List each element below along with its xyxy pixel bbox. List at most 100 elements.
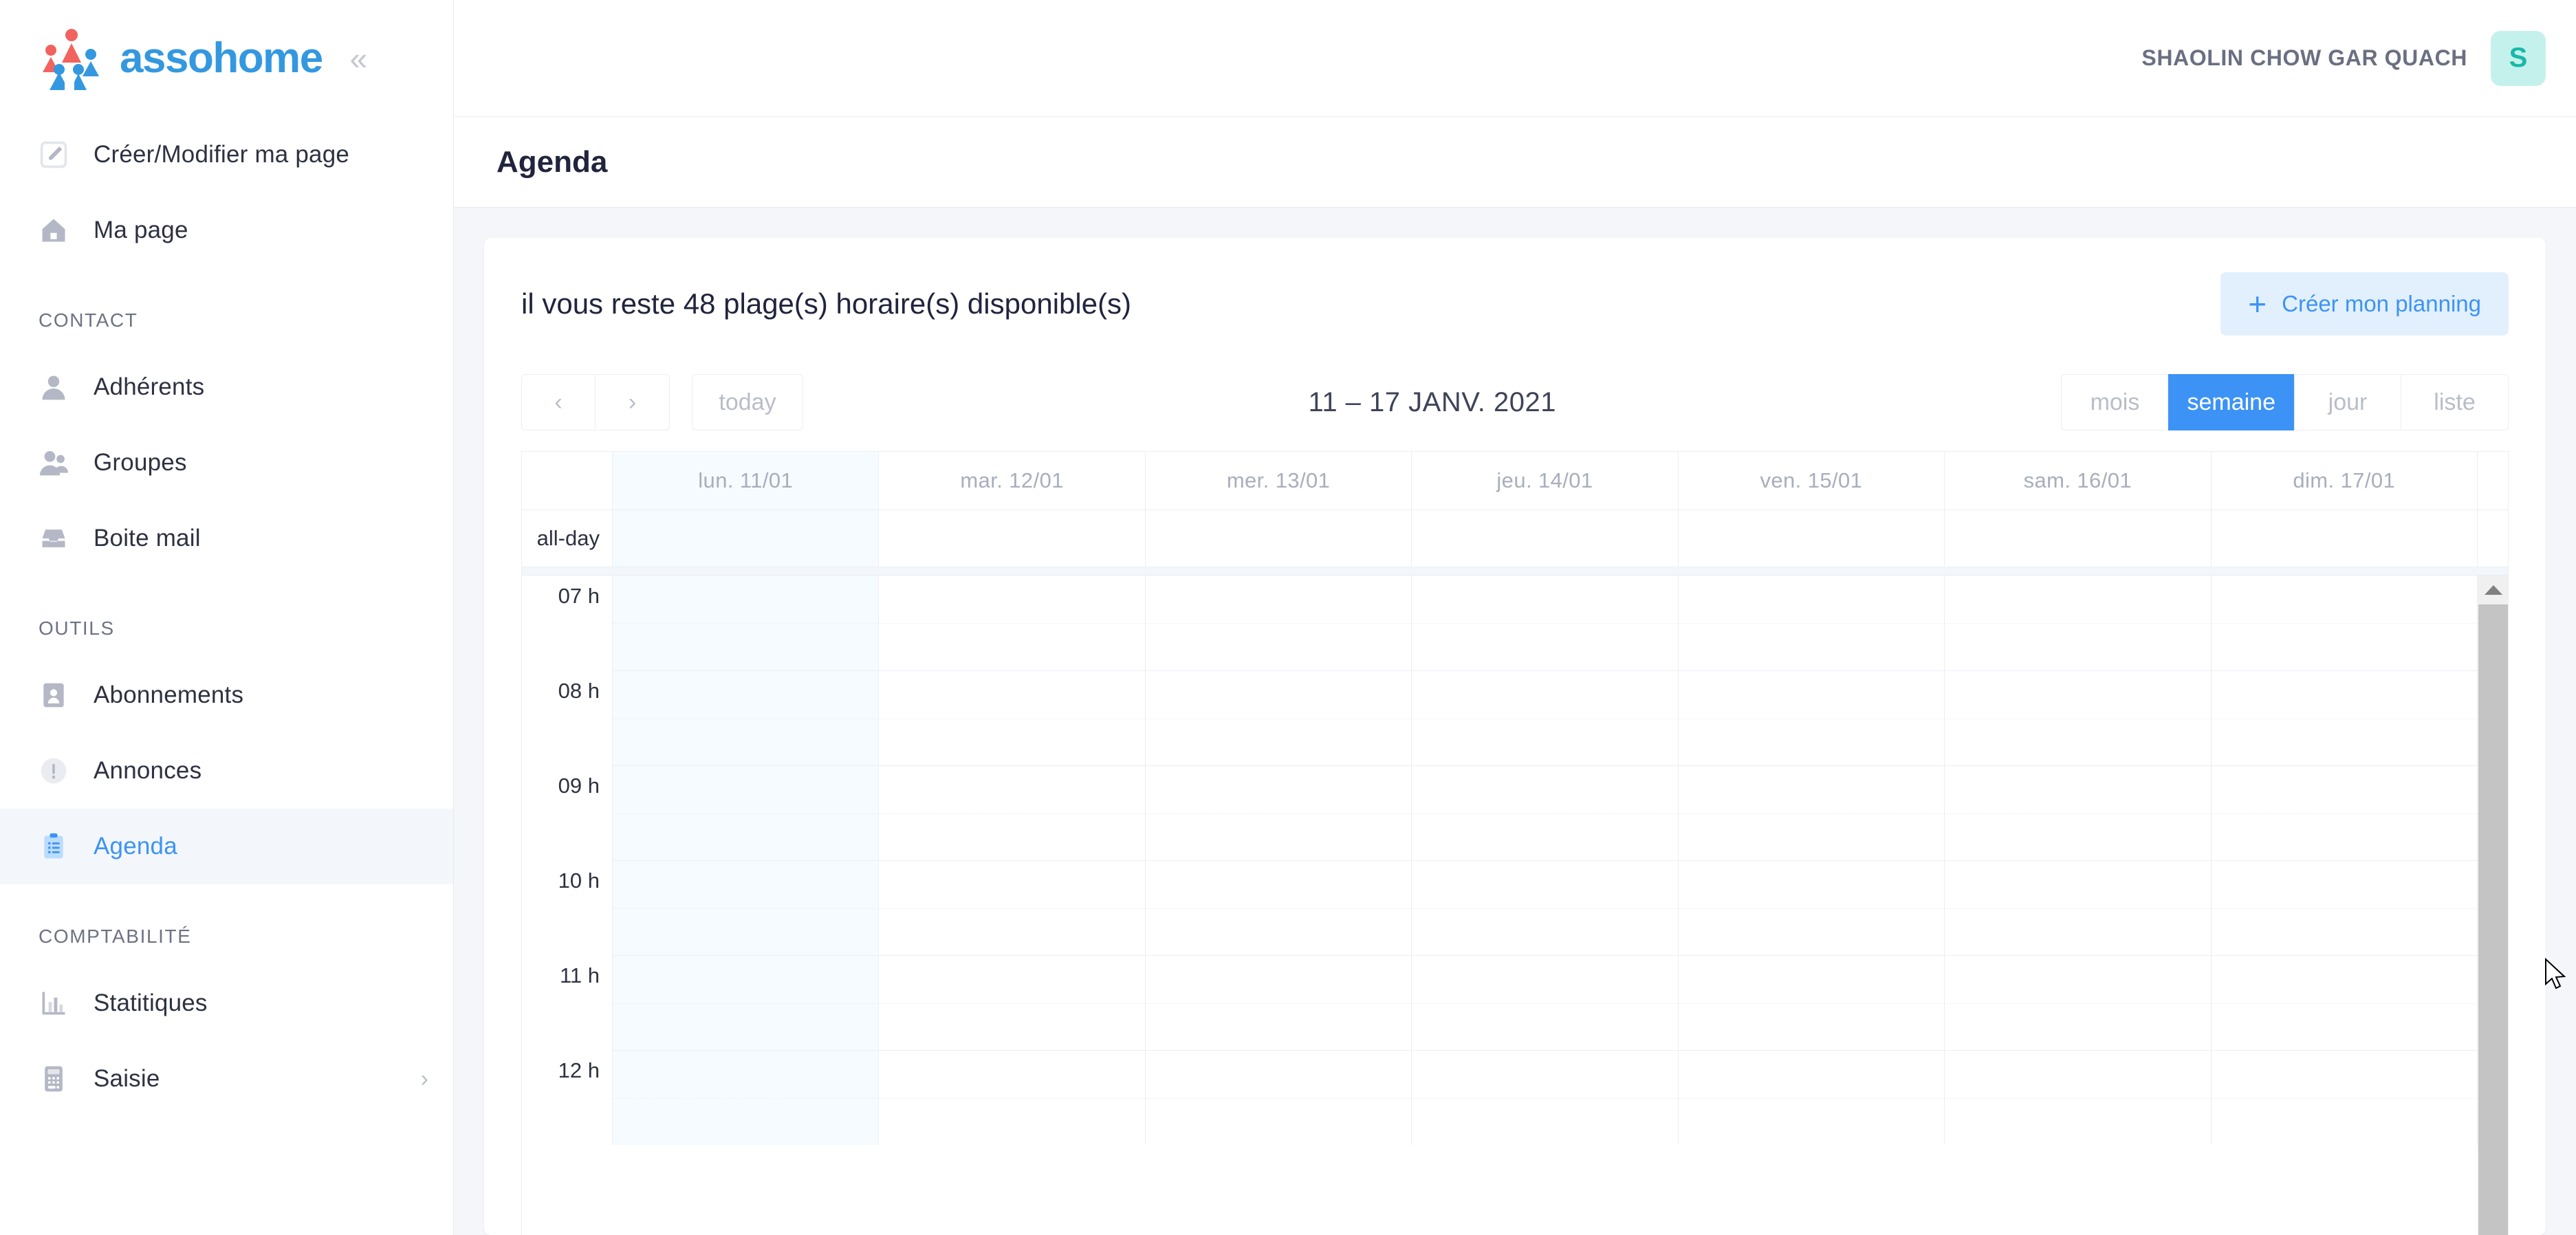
calendar-slot-cell[interactable]	[2212, 955, 2478, 1050]
chevron-double-left-icon[interactable]: «	[350, 43, 368, 74]
calendar-all-day-cell[interactable]	[1945, 510, 2211, 567]
calendar-slot-cell[interactable]	[1679, 955, 1945, 1050]
calendar-slot-cell[interactable]	[1146, 670, 1412, 765]
calendar-hour-row: 09 h	[522, 765, 2478, 860]
calendar-all-day-cell[interactable]	[613, 510, 879, 567]
sidebar-item-adh-rents[interactable]: Adhérents	[0, 349, 453, 425]
calendar-slot-cell[interactable]	[1412, 670, 1678, 765]
calendar-view-mois[interactable]: mois	[2061, 374, 2168, 430]
calendar-slot-cell[interactable]	[1412, 1050, 1678, 1145]
app-root: assohome « Créer/Modifier ma pageMa page…	[0, 0, 2576, 1235]
calendar-slot-cell[interactable]	[1945, 765, 2211, 860]
calendar-slot-cell[interactable]	[1679, 765, 1945, 860]
calendar-day-header[interactable]: ven. 15/01	[1679, 452, 1945, 510]
calendar-slot-cell[interactable]	[613, 765, 879, 860]
calendar-slot-cell[interactable]	[2212, 1050, 2478, 1145]
calendar-slot-cell[interactable]	[613, 576, 879, 670]
calendar-slot-cell[interactable]	[1679, 1050, 1945, 1145]
sidebar-item-cr-er-modifier-ma-page[interactable]: Créer/Modifier ma page	[0, 117, 453, 193]
calendar-slot-cell[interactable]	[879, 1050, 1145, 1145]
calendar-slot-cell[interactable]	[1146, 860, 1412, 955]
calendar-hour-row: 12 h	[522, 1050, 2478, 1145]
sidebar-nav: Créer/Modifier ma pageMa pageCONTACTAdhé…	[0, 117, 453, 1117]
calendar-all-day-cell[interactable]	[879, 510, 1145, 567]
calendar-view-liste[interactable]: liste	[2401, 374, 2509, 430]
calendar-day-header-row: lun. 11/01mar. 12/01mer. 13/01jeu. 14/01…	[522, 452, 2508, 510]
calendar-day-header[interactable]: jeu. 14/01	[1412, 452, 1678, 510]
calendar-day-header[interactable]: mer. 13/01	[1146, 452, 1412, 510]
sidebar-item-agenda[interactable]: Agenda	[0, 809, 453, 884]
sidebar-item-label: Boite mail	[94, 525, 201, 552]
calendar-slot-cell[interactable]	[2212, 576, 2478, 670]
calendar-slot-cell[interactable]	[879, 860, 1145, 955]
calendar-slot-cell[interactable]	[1679, 860, 1945, 955]
calendar-slot-cell[interactable]	[879, 955, 1145, 1050]
brand-header: assohome «	[0, 0, 453, 117]
sidebar-item-annonces[interactable]: Annonces	[0, 733, 453, 809]
calendar-slot-cell[interactable]	[1945, 670, 2211, 765]
calendar-all-day-cell[interactable]	[1412, 510, 1678, 567]
calendar-slot-cell[interactable]	[1412, 860, 1678, 955]
calendar-today-button[interactable]: today	[692, 374, 803, 430]
scrollbar-thumb[interactable]	[2478, 604, 2508, 1235]
calendar-all-day-cell[interactable]	[1146, 510, 1412, 567]
calendar-slot-cell[interactable]	[1146, 1050, 1412, 1145]
calendar-toolbar: ‹ › today 11 – 17 JANV. 2021 moissemaine…	[484, 356, 2546, 451]
calendar-slot-cell[interactable]	[2212, 860, 2478, 955]
calendar-slot-cell[interactable]	[1945, 955, 2211, 1050]
calendar-view-semaine[interactable]: semaine	[2168, 374, 2294, 430]
plus-icon: +	[2248, 288, 2267, 320]
calendar-all-day-row: all-day	[522, 510, 2508, 567]
calendar-day-header[interactable]: sam. 16/01	[1945, 452, 2211, 510]
calendar-nav-group: ‹ › today	[521, 374, 803, 430]
calendar-slot-cell[interactable]	[2212, 765, 2478, 860]
calendar-day-header[interactable]: lun. 11/01	[613, 452, 879, 510]
calendar-slot-cell[interactable]	[613, 670, 879, 765]
sidebar-item-abonnements[interactable]: Abonnements	[0, 657, 453, 733]
calendar-scrollbar[interactable]	[2478, 576, 2508, 1235]
calendar-slot-cell[interactable]	[1412, 955, 1678, 1050]
calendar-slot-cell[interactable]	[879, 670, 1145, 765]
user-icon	[39, 372, 69, 402]
agenda-card: il vous reste 48 plage(s) horaire(s) dis…	[484, 238, 2546, 1235]
page-header: Agenda	[454, 117, 2576, 208]
calendar-slot-cell[interactable]	[1412, 765, 1678, 860]
calendar-hour-label: 07 h	[522, 576, 613, 670]
calendar-view-jour[interactable]: jour	[2294, 374, 2401, 430]
calendar-slot-cell[interactable]	[1146, 765, 1412, 860]
calendar-slot-cell[interactable]	[1412, 576, 1678, 670]
calendar-slot-cell[interactable]	[2212, 670, 2478, 765]
calendar-slot-cell[interactable]	[1679, 576, 1945, 670]
sidebar-item-saisie[interactable]: Saisie›	[0, 1041, 453, 1117]
all-day-label: all-day	[522, 510, 613, 567]
calendar-all-day-cell[interactable]	[2212, 510, 2478, 567]
calendar-hour-label: 09 h	[522, 765, 613, 860]
scroll-up-arrow-icon[interactable]	[2478, 576, 2508, 604]
edit-square-icon	[39, 140, 69, 170]
calendar-day-header[interactable]: dim. 17/01	[2212, 452, 2478, 510]
sidebar-item-ma-page[interactable]: Ma page	[0, 193, 453, 268]
sidebar-item-boite-mail[interactable]: Boite mail	[0, 501, 453, 576]
avatar[interactable]: S	[2491, 31, 2546, 86]
calendar-day-header[interactable]: mar. 12/01	[879, 452, 1145, 510]
calendar-slot-cell[interactable]	[879, 765, 1145, 860]
calendar-slot-cell[interactable]	[879, 576, 1145, 670]
calendar-slot-cell[interactable]	[613, 955, 879, 1050]
calendar-slot-cell[interactable]	[1945, 1050, 2211, 1145]
calendar-slot-cell[interactable]	[1945, 860, 2211, 955]
calendar-slot-cell[interactable]	[1945, 576, 2211, 670]
calendar-slot-cell[interactable]	[613, 1050, 879, 1145]
calendar-range-title: 11 – 17 JANV. 2021	[1309, 387, 1556, 418]
calendar-all-day-cell[interactable]	[1679, 510, 1945, 567]
calendar-slot-cell[interactable]	[1146, 576, 1412, 670]
calendar-slot-cell[interactable]	[1679, 670, 1945, 765]
calendar-next-button[interactable]: ›	[596, 374, 670, 430]
calendar-prev-button[interactable]: ‹	[521, 374, 596, 430]
sidebar-item-statitiques[interactable]: Statitiques	[0, 965, 453, 1041]
calendar-slot-cell[interactable]	[613, 860, 879, 955]
create-planning-button[interactable]: + Créer mon planning	[2220, 272, 2509, 336]
calendar-hour-label: 12 h	[522, 1050, 613, 1145]
calendar-slot-cell[interactable]	[1146, 955, 1412, 1050]
calendar-hour-row: 11 h	[522, 955, 2478, 1050]
sidebar-item-groupes[interactable]: Groupes	[0, 425, 453, 501]
